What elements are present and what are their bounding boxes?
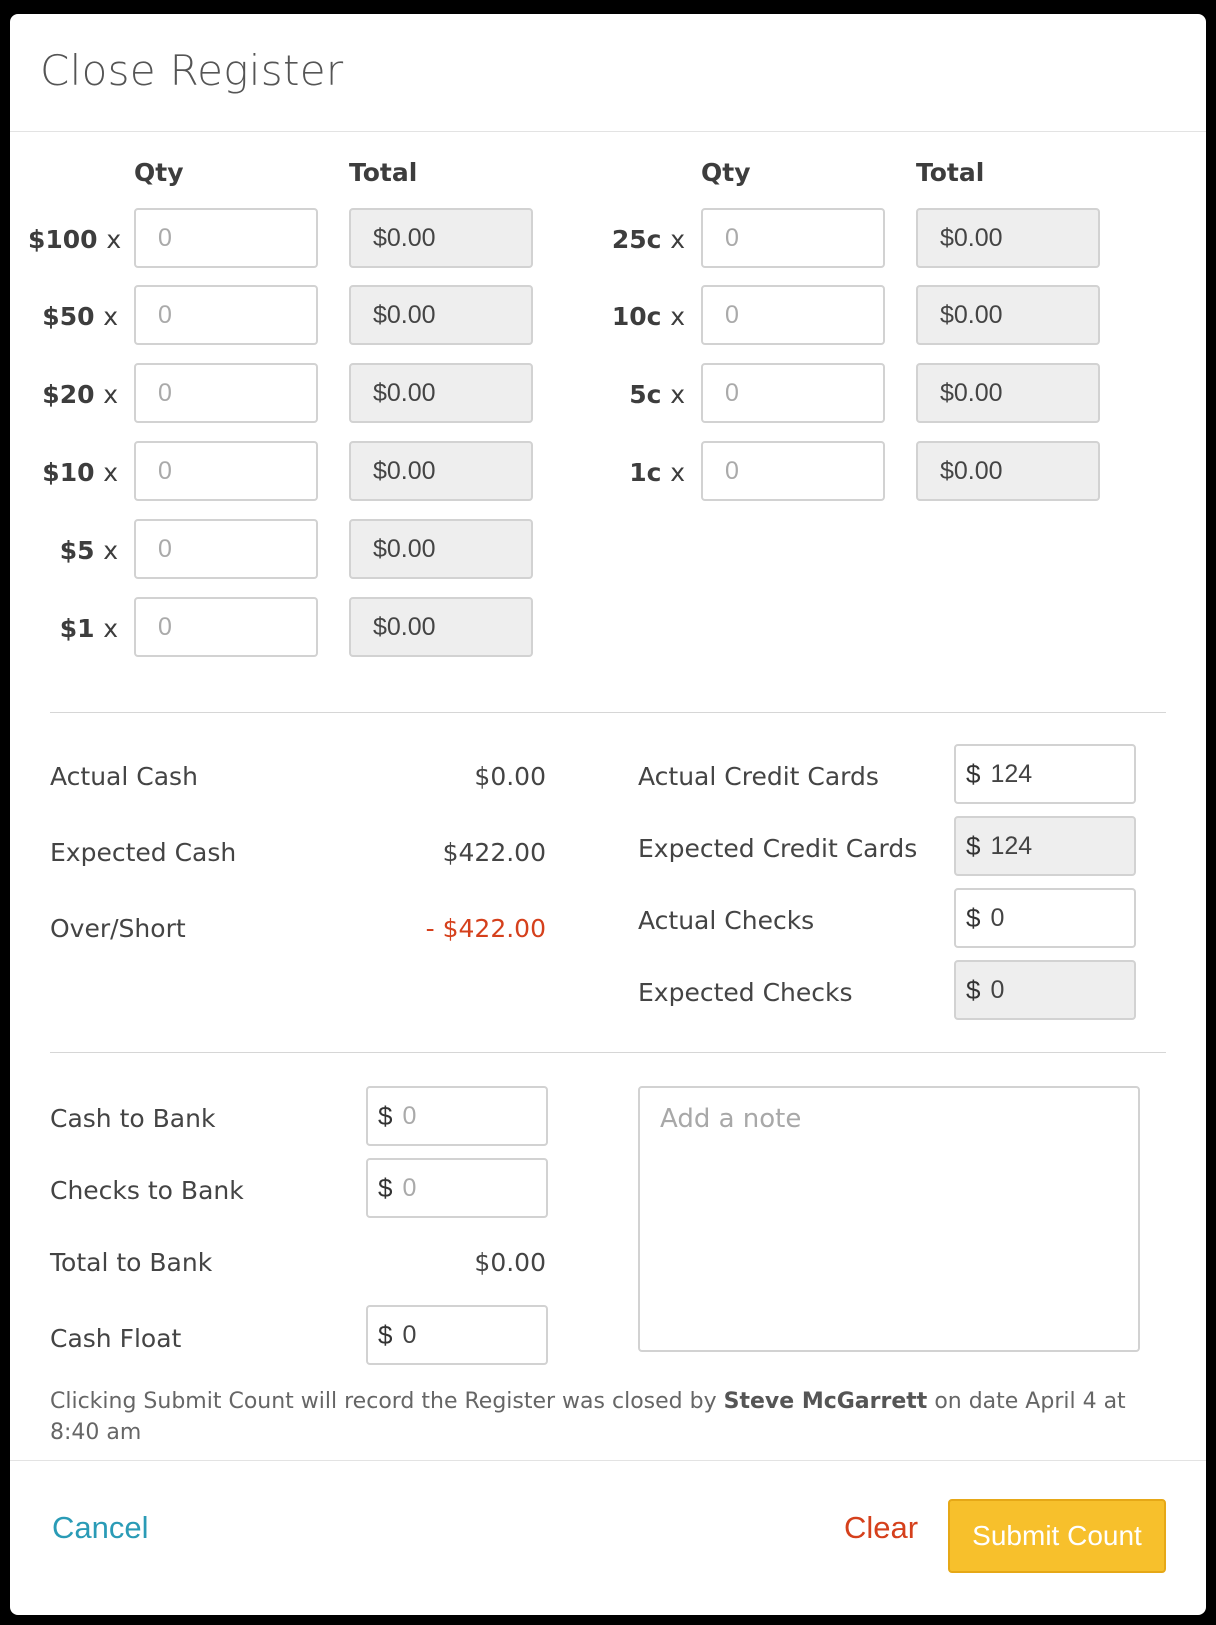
over-short-value: - $422.00 xyxy=(425,914,546,943)
denom-row-5: $5 x xyxy=(28,519,118,581)
coins-qty-header: Qty xyxy=(701,158,751,187)
total-field-1c: $0.00 xyxy=(916,441,1100,501)
total-to-bank-value: $0.00 xyxy=(474,1248,546,1277)
checks-to-bank-placeholder: 0 xyxy=(402,1173,417,1202)
total-field-50: $0.00 xyxy=(349,285,533,345)
denom-row-1c: 1c x xyxy=(595,441,685,503)
cash-float-label: Cash Float xyxy=(50,1324,182,1353)
total-field-25c: $0.00 xyxy=(916,208,1100,268)
actual-cash-value: $0.00 xyxy=(474,762,546,791)
denom-row-50: $50 x xyxy=(28,285,118,347)
bills-qty-header: Qty xyxy=(134,158,184,187)
expected-checks-label: Expected Checks xyxy=(638,978,853,1007)
over-short-label: Over/Short xyxy=(50,914,186,943)
actual-cash-label: Actual Cash xyxy=(50,762,198,791)
currency-symbol: $ xyxy=(966,830,981,861)
footer-divider xyxy=(10,1460,1206,1461)
expected-credit-label: Expected Credit Cards xyxy=(638,834,918,863)
qty-input-25c[interactable] xyxy=(701,208,885,268)
submit-info-text: Clicking Submit Count will record the Re… xyxy=(50,1386,1160,1448)
denom-label: $20 x xyxy=(42,379,118,409)
denom-row-10c: 10c x xyxy=(595,285,685,347)
cash-to-bank-placeholder: 0 xyxy=(402,1101,417,1130)
cancel-button[interactable]: Cancel xyxy=(52,1510,149,1546)
actual-checks-value: 0 xyxy=(990,903,1005,932)
denom-label: $100 x xyxy=(28,224,122,254)
currency-symbol: $ xyxy=(378,1100,393,1131)
note-textarea[interactable]: Add a note xyxy=(638,1086,1140,1352)
cash-float-value: 0 xyxy=(402,1320,417,1349)
total-field-10c: $0.00 xyxy=(916,285,1100,345)
denom-label: 10c x xyxy=(611,301,685,331)
total-field-10: $0.00 xyxy=(349,441,533,501)
checks-to-bank-label: Checks to Bank xyxy=(50,1176,244,1205)
clear-button[interactable]: Clear xyxy=(844,1510,918,1546)
denom-label: 25c x xyxy=(611,224,685,254)
denom-row-25c: 25c x xyxy=(595,208,685,270)
total-field-1: $0.00 xyxy=(349,597,533,657)
denom-label: $50 x xyxy=(42,301,118,331)
expected-credit-field: $ 124 xyxy=(954,816,1136,876)
modal-title: Close Register xyxy=(40,46,344,95)
currency-symbol: $ xyxy=(966,758,981,789)
currency-symbol: $ xyxy=(966,902,981,933)
expected-cash-label: Expected Cash xyxy=(50,838,237,867)
expected-credit-value: 124 xyxy=(990,831,1033,860)
qty-input-1c[interactable] xyxy=(701,441,885,501)
actual-checks-input[interactable]: $ 0 xyxy=(954,888,1136,948)
bills-total-header: Total xyxy=(349,158,418,187)
cash-float-input[interactable]: $ 0 xyxy=(366,1305,548,1365)
coins-total-header: Total xyxy=(916,158,985,187)
denom-label: 5c x xyxy=(629,379,685,409)
currency-symbol: $ xyxy=(378,1319,393,1350)
close-register-modal: Close Register Qty Total Qty Total $100 … xyxy=(10,14,1206,1615)
divider xyxy=(50,712,1166,713)
cash-to-bank-input[interactable]: $ 0 xyxy=(366,1086,548,1146)
info-prefix: Clicking Submit Count will record the Re… xyxy=(50,1389,717,1414)
info-user: Steve McGarrett xyxy=(723,1389,928,1414)
actual-checks-label: Actual Checks xyxy=(638,906,815,935)
total-field-5c: $0.00 xyxy=(916,363,1100,423)
denom-row-100: $100 x xyxy=(28,208,122,270)
qty-input-10c[interactable] xyxy=(701,285,885,345)
expected-cash-value: $422.00 xyxy=(442,838,546,867)
denom-row-1: $1 x xyxy=(28,597,118,659)
denom-label: $10 x xyxy=(42,457,118,487)
currency-symbol: $ xyxy=(378,1172,393,1203)
qty-input-1[interactable] xyxy=(134,597,318,657)
qty-input-50[interactable] xyxy=(134,285,318,345)
denom-row-5c: 5c x xyxy=(595,363,685,425)
denom-row-10: $10 x xyxy=(28,441,118,503)
total-to-bank-label: Total to Bank xyxy=(50,1248,213,1277)
qty-input-20[interactable] xyxy=(134,363,318,423)
qty-input-100[interactable] xyxy=(134,208,318,268)
denom-label: $5 x xyxy=(59,535,118,565)
checks-to-bank-input[interactable]: $ 0 xyxy=(366,1158,548,1218)
qty-input-10[interactable] xyxy=(134,441,318,501)
actual-credit-label: Actual Credit Cards xyxy=(638,762,879,791)
cash-to-bank-label: Cash to Bank xyxy=(50,1104,216,1133)
total-field-5: $0.00 xyxy=(349,519,533,579)
qty-input-5c[interactable] xyxy=(701,363,885,423)
expected-checks-value: 0 xyxy=(990,975,1005,1004)
modal-header: Close Register xyxy=(10,14,1206,132)
currency-symbol: $ xyxy=(966,974,981,1005)
total-field-20: $0.00 xyxy=(349,363,533,423)
actual-credit-value: 124 xyxy=(990,759,1033,788)
divider xyxy=(50,1052,1166,1053)
submit-count-button[interactable]: Submit Count xyxy=(948,1499,1166,1573)
denom-label: 1c x xyxy=(629,457,685,487)
expected-checks-field: $ 0 xyxy=(954,960,1136,1020)
denom-label: $1 x xyxy=(59,613,118,643)
actual-credit-input[interactable]: $ 124 xyxy=(954,744,1136,804)
denom-row-20: $20 x xyxy=(28,363,118,425)
qty-input-5[interactable] xyxy=(134,519,318,579)
total-field-100: $0.00 xyxy=(349,208,533,268)
